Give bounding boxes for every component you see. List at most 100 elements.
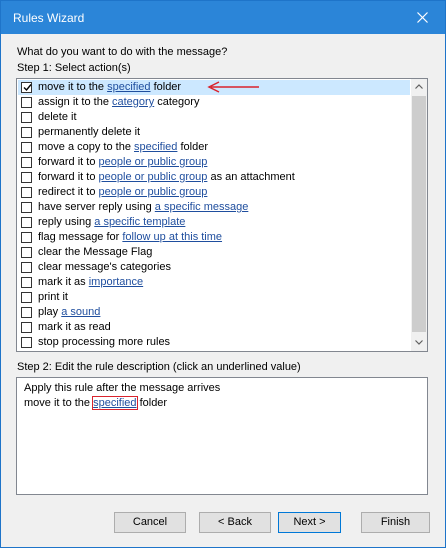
cancel-button[interactable]: Cancel [114,512,186,533]
action-item[interactable]: permanently delete it [18,125,410,140]
action-item[interactable]: reply using a specific template [18,215,410,230]
close-icon [417,12,428,23]
description-line-2: move it to the specified folder [24,396,168,410]
step2-label: Step 2: Edit the rule description (click… [17,361,301,373]
vertical-scrollbar[interactable] [411,79,427,351]
action-value-link[interactable]: people or public group [99,156,208,168]
action-text: move a copy to the [38,141,134,153]
action-value-link[interactable]: importance [89,276,143,288]
action-label: print it [38,290,68,305]
action-item[interactable]: delete it [18,110,410,125]
action-checkbox[interactable] [21,112,32,123]
specified-folder-link[interactable]: specified [92,396,138,410]
action-value-link[interactable]: people or public group [99,171,208,183]
rule-description-box: Apply this rule after the message arrive… [16,377,428,495]
action-item[interactable]: forward it to people or public group [18,155,410,170]
action-item[interactable]: clear message's categories [18,260,410,275]
action-item[interactable]: have server reply using a specific messa… [18,200,410,215]
action-label: reply using a specific template [38,215,185,230]
action-text: mark it as [38,276,89,288]
action-checkbox[interactable] [21,292,32,303]
action-text: forward it to [38,156,99,168]
action-value-link[interactable]: specified [134,141,177,153]
action-text: delete it [38,111,77,123]
scroll-down-arrow[interactable] [411,335,427,351]
action-text: category [154,96,200,108]
action-text: clear the Message Flag [38,246,153,258]
action-text: stop processing more rules [38,336,171,348]
close-button[interactable] [401,1,445,34]
action-checkbox[interactable] [21,157,32,168]
action-checkbox[interactable] [21,172,32,183]
action-item[interactable]: play a sound [18,305,410,320]
action-text: permanently delete it [38,126,141,138]
action-text: print it [38,291,68,303]
finish-button[interactable]: Finish [361,512,430,533]
action-label: assign it to the category category [38,95,199,110]
action-checkbox[interactable] [21,322,32,333]
action-value-link[interactable]: specified [107,81,150,93]
action-text: redirect it to [38,186,99,198]
action-label: clear the Message Flag [38,245,152,260]
action-checkbox[interactable] [21,217,32,228]
action-value-link[interactable]: follow up at this time [122,231,222,243]
action-checkbox[interactable] [21,277,32,288]
action-item[interactable]: redirect it to people or public group [18,185,410,200]
step1-label: Step 1: Select action(s) [17,62,131,74]
action-label: permanently delete it [38,125,140,140]
action-item[interactable]: stop processing more rules [18,335,410,350]
action-text: play [38,306,62,318]
action-checkbox[interactable] [21,307,32,318]
action-text: flag message for [38,231,123,243]
action-label: move a copy to the specified folder [38,140,208,155]
back-button[interactable]: < Back [199,512,271,533]
action-value-link[interactable]: a specific message [155,201,249,213]
prompt-text: What do you want to do with the message? [17,46,228,58]
action-label: forward it to people or public group as … [38,170,295,185]
action-value-link[interactable]: a sound [61,306,100,318]
action-label: have server reply using a specific messa… [38,200,248,215]
checkmark-icon [23,84,32,92]
action-item[interactable]: mark it as read [18,320,410,335]
rules-wizard-window: Rules Wizard What do you want to do with… [0,0,446,548]
action-text: have server reply using [38,201,155,213]
action-text: assign it to the [38,96,112,108]
action-item[interactable]: mark it as importance [18,275,410,290]
actions-list[interactable]: move it to the specified folder assign it… [16,78,428,352]
chevron-up-icon [415,84,423,89]
action-checkbox[interactable] [21,262,32,273]
action-item[interactable]: print it [18,290,410,305]
action-text: move it to the [38,81,108,93]
action-item[interactable]: assign it to the category category [18,95,410,110]
description-line-1: Apply this rule after the message arrive… [24,382,221,394]
action-checkbox[interactable] [21,232,32,243]
action-item[interactable]: forward it to people or public group as … [18,170,410,185]
action-checkbox[interactable] [21,202,32,213]
scroll-thumb[interactable] [412,96,426,332]
annotation-arrow-icon [207,81,259,93]
action-checkbox[interactable] [21,187,32,198]
action-item[interactable]: flag message for follow up at this time [18,230,410,245]
action-text: folder [150,81,182,93]
action-item[interactable]: clear the Message Flag [18,245,410,260]
action-value-link[interactable]: a specific template [94,216,185,228]
action-checkbox[interactable] [21,127,32,138]
action-text: mark it as read [38,321,111,333]
next-button[interactable]: Next > [278,512,341,533]
action-checkbox[interactable] [21,97,32,108]
window-title: Rules Wizard [13,11,85,25]
description-suffix: folder [136,397,168,409]
scroll-up-arrow[interactable] [411,79,427,95]
action-checkbox[interactable] [21,247,32,258]
action-label: flag message for follow up at this time [38,230,222,245]
action-label: move it to the specified folder [38,80,181,95]
action-checkbox[interactable] [21,142,32,153]
action-checkbox[interactable] [21,337,32,348]
action-value-link[interactable]: people or public group [99,186,208,198]
action-label: forward it to people or public group [38,155,207,170]
action-item[interactable]: move a copy to the specified folder [18,140,410,155]
action-value-link[interactable]: category [112,96,154,108]
action-label: play a sound [38,305,100,320]
chevron-down-icon [415,340,423,345]
action-checkbox[interactable] [21,82,32,93]
